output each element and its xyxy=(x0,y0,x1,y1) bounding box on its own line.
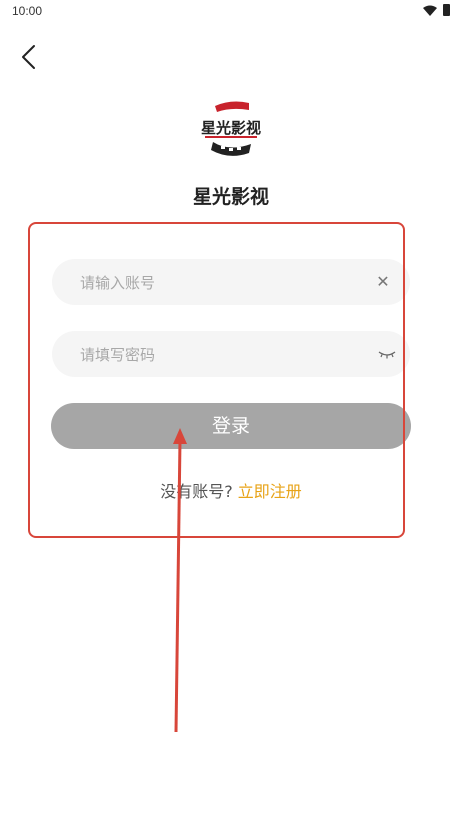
app-name: 星光影视 xyxy=(192,186,269,208)
status-time: 10:00 xyxy=(12,4,43,18)
battery-icon xyxy=(443,4,450,16)
status-bar: 10:00 xyxy=(0,0,462,22)
wifi-icon xyxy=(423,5,437,16)
app-logo: 星光影视 xyxy=(191,100,271,162)
back-button[interactable] xyxy=(14,40,44,74)
status-icons xyxy=(423,4,450,16)
film-logo-icon: 星光影视 xyxy=(201,101,261,156)
annotation-highlight-box xyxy=(28,222,405,538)
logo-text: 星光影视 xyxy=(201,119,261,137)
chevron-left-icon xyxy=(22,45,35,69)
